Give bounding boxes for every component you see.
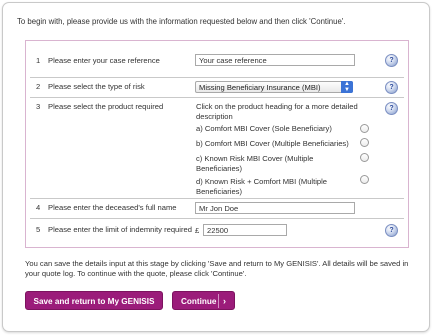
risk-type-value: Missing Beneficiary Insurance (MBI) (199, 83, 321, 92)
product-radio-b[interactable] (360, 138, 369, 147)
row-risk-type: 2 Please select the type of risk Missing… (30, 78, 404, 98)
row-number: 2 (36, 82, 41, 91)
row-label: Please enter your case reference (48, 56, 160, 65)
row-label: Please enter the limit of indemnity requ… (48, 225, 192, 234)
row-label: Please select the product required (48, 102, 164, 111)
page-panel: To begin with, please provide us with th… (2, 2, 430, 332)
intro-text: To begin with, please provide us with th… (17, 17, 346, 26)
continue-label: Continue (181, 297, 217, 306)
case-reference-input[interactable] (195, 54, 355, 66)
save-note: You can save the details input at this s… (25, 259, 409, 278)
product-radio-d[interactable] (360, 175, 369, 184)
row-deceased-name: 4 Please enter the deceased's full name (30, 199, 404, 219)
risk-type-select[interactable]: Missing Beneficiary Insurance (MBI) ▲ ▼ (195, 81, 353, 93)
product-radio-c[interactable] (360, 153, 369, 162)
chevron-updown-icon: ▲ ▼ (341, 81, 353, 93)
row-indemnity: 5 Please enter the limit of indemnity re… (30, 219, 404, 247)
help-icon[interactable]: ? (385, 102, 398, 115)
quote-form: 1 Please enter your case reference ? 2 P… (25, 40, 409, 248)
row-label: Please enter the deceased's full name (48, 203, 177, 212)
indemnity-input[interactable] (203, 224, 287, 236)
currency-symbol: £ (195, 226, 200, 235)
help-icon[interactable]: ? (385, 81, 398, 94)
product-radio-a[interactable] (360, 124, 369, 133)
chevron-right-icon: › (223, 296, 226, 306)
product-instruction: Click on the product heading for a more … (196, 102, 358, 121)
row-number: 4 (36, 203, 41, 212)
product-option-d[interactable]: d) Known Risk + Comfort MBI (Multiple Be… (196, 177, 346, 196)
deceased-name-input[interactable] (195, 202, 355, 214)
product-option-a[interactable]: a) Comfort MBI Cover (Sole Beneficiary) (196, 124, 376, 134)
continue-button[interactable]: Continue › (172, 291, 235, 310)
row-number: 5 (36, 225, 41, 234)
button-divider (218, 294, 219, 308)
product-option-b[interactable]: b) Comfort MBI Cover (Multiple Beneficia… (196, 139, 376, 149)
save-return-button[interactable]: Save and return to My GENISIS (25, 291, 163, 310)
row-number: 3 (36, 102, 41, 111)
row-number: 1 (36, 56, 41, 65)
row-label: Please select the type of risk (48, 82, 145, 91)
row-product: 3 Please select the product required Cli… (30, 98, 404, 199)
help-icon[interactable]: ? (385, 224, 398, 237)
product-option-c[interactable]: c) Known Risk MBI Cover (Multiple Benefi… (196, 154, 346, 173)
row-case-reference: 1 Please enter your case reference ? (30, 41, 404, 78)
help-icon[interactable]: ? (385, 54, 398, 67)
